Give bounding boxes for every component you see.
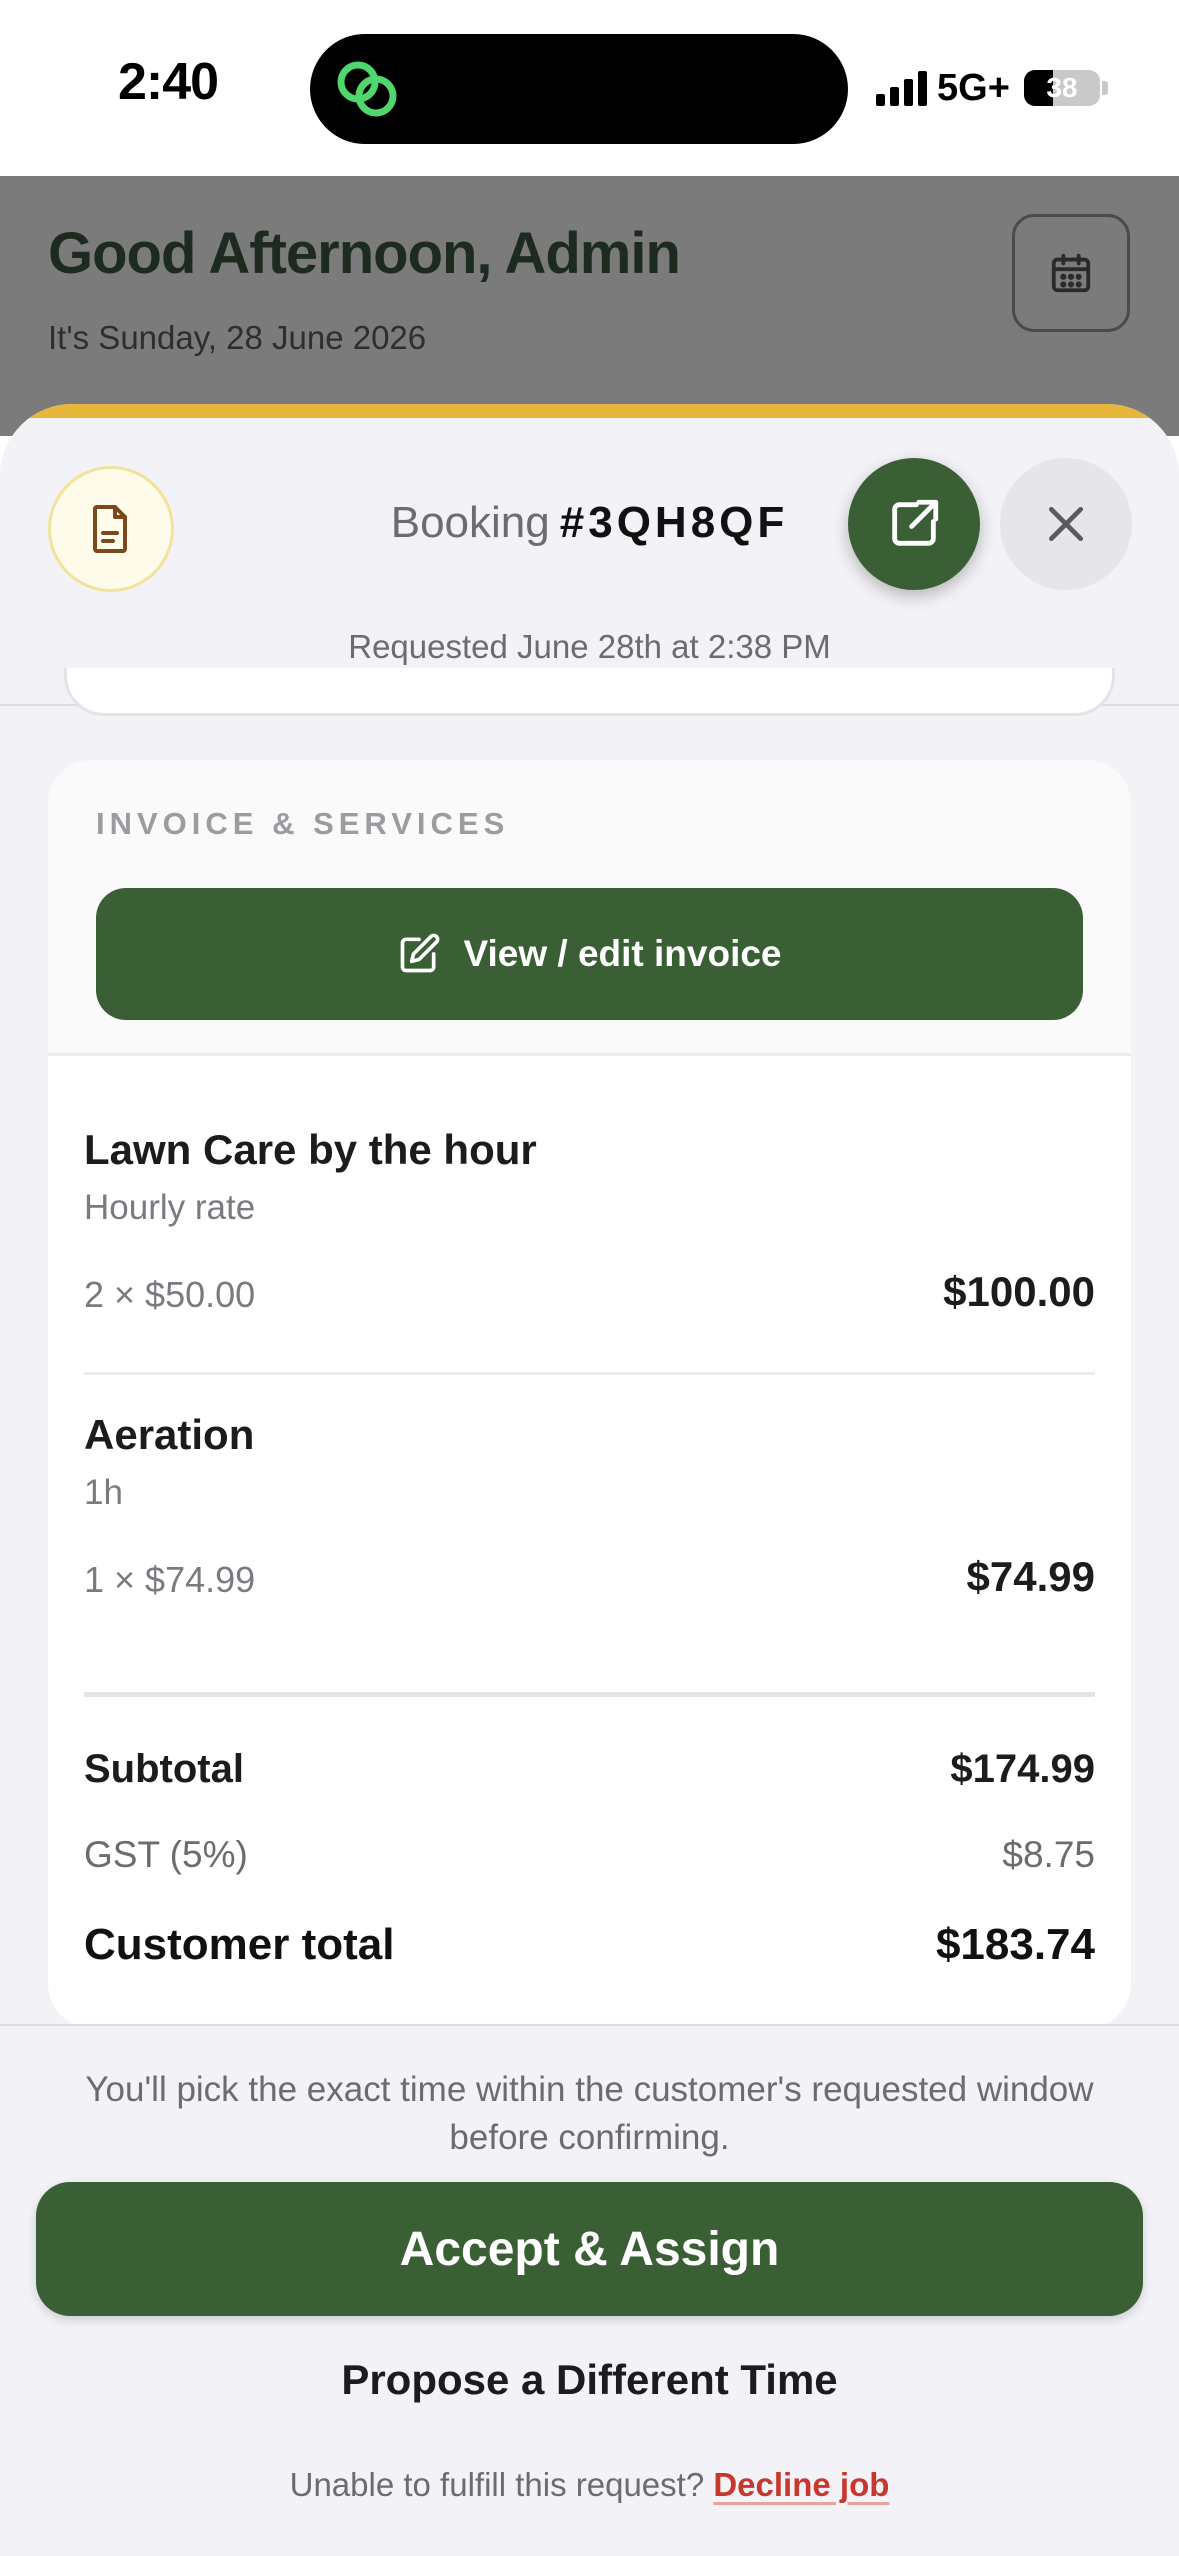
tax-value: $8.75: [1002, 1834, 1095, 1875]
line-item-description: Hourly rate: [84, 1188, 256, 1227]
linked-rings-icon: [337, 61, 397, 117]
line-item-amount: $74.99: [966, 1553, 1095, 1600]
booking-id: #3QH8QF: [559, 498, 789, 547]
line-item-name: Aeration: [84, 1411, 255, 1458]
divider: [84, 1372, 1095, 1375]
edit-icon: [401, 933, 440, 973]
close-button[interactable]: [1000, 458, 1132, 590]
total-label: Customer total: [84, 1920, 395, 1969]
section-label: INVOICE & SERVICES: [96, 806, 510, 841]
line-item-quantity: 1 × $74.99: [84, 1559, 256, 1600]
booking-label: Booking: [390, 498, 550, 547]
decline-job-link[interactable]: Decline job: [713, 2466, 889, 2503]
line-item-name: Lawn Care by the hour: [84, 1126, 537, 1173]
sheet-header: Booking #3QH8QF Requested June 28th at 2:…: [0, 418, 1179, 706]
booking-sheet: Booking #3QH8QF Requested June 28th at 2:…: [0, 404, 1179, 2556]
subtotal-label: Subtotal: [84, 1747, 244, 1791]
status-bar: 2:40 5G+ 38: [0, 0, 1179, 176]
line-item-quantity: 2 × $50.00: [84, 1274, 256, 1315]
close-icon: [1048, 506, 1084, 542]
open-external-button[interactable]: [848, 458, 980, 590]
invoice-card-header: INVOICE & SERVICES View / edit invoice: [48, 760, 1131, 1056]
tax-label: GST (5%): [84, 1834, 248, 1875]
subtotal-value: $174.99: [950, 1747, 1095, 1791]
network-label: 5G+: [937, 66, 1010, 109]
invoice-card: INVOICE & SERVICES View / edit invoice L…: [48, 760, 1131, 2028]
edit-invoice-button[interactable]: View / edit invoice: [96, 888, 1083, 1020]
external-link-icon: [892, 499, 939, 546]
previous-card-edge: [64, 668, 1115, 716]
propose-time-button[interactable]: Propose a Different Time: [0, 2356, 1179, 2404]
line-item-description: 1h: [84, 1473, 123, 1512]
scheduling-hint: You'll pick the exact time within the cu…: [85, 2070, 1094, 2157]
totals-divider: [84, 1692, 1095, 1697]
calendar-icon: [1051, 253, 1091, 293]
greeting-title: Good Afternoon, Admin: [48, 221, 681, 286]
line-item-amount: $100.00: [943, 1268, 1095, 1315]
battery-icon: 38: [1023, 70, 1100, 106]
status-time: 2:40: [118, 53, 219, 111]
decline-prompt-text: Unable to fulfill this request?: [289, 2466, 705, 2503]
calendar-button[interactable]: [1012, 214, 1130, 332]
requested-timestamp: Requested June 28th at 2:38 PM: [348, 628, 831, 665]
edit-invoice-label: View / edit invoice: [463, 933, 782, 974]
battery-level: 38: [1046, 72, 1078, 103]
accept-assign-button[interactable]: Accept & Assign: [36, 2182, 1143, 2316]
status-indicators: 5G+ 38: [876, 62, 1108, 114]
dynamic-island: [310, 34, 848, 144]
action-panel: You'll pick the exact time within the cu…: [0, 2024, 1179, 2556]
background-header: Good Afternoon, Admin It's Sunday, 28 Ju…: [0, 176, 1179, 436]
signal-icon: [876, 70, 927, 106]
battery-tip: [1101, 81, 1108, 95]
decline-prompt: Unable to fulfill this request? Decline …: [0, 2466, 1179, 2504]
total-value: $183.74: [935, 1920, 1095, 1969]
greeting-date: It's Sunday, 28 June 2026: [48, 319, 427, 356]
